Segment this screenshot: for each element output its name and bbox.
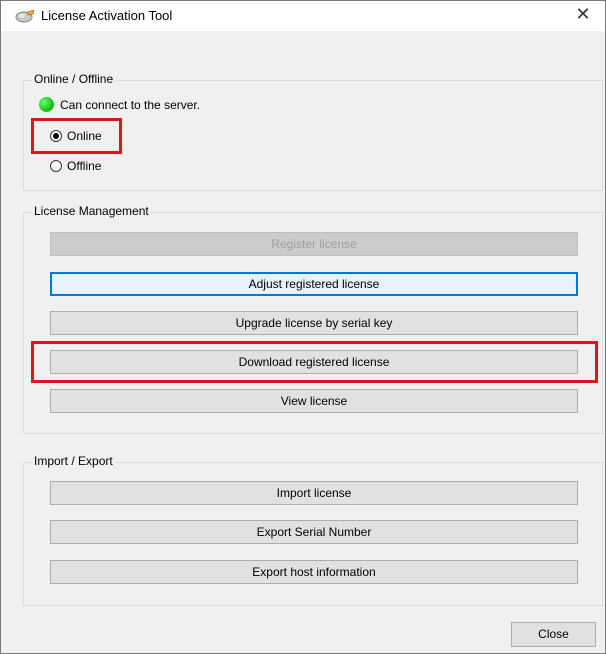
status-indicator-icon (39, 97, 54, 112)
adjust-registered-license-button[interactable]: Adjust registered license (50, 272, 578, 296)
register-license-button[interactable]: Register license (50, 232, 578, 256)
import-license-button[interactable]: Import license (50, 481, 578, 505)
download-highlight-box (31, 341, 598, 383)
window-title: License Activation Tool (41, 8, 173, 23)
online-highlight-box (31, 118, 122, 154)
title-bar: License Activation Tool ✕ (1, 1, 605, 31)
import-export-group-label: Import / Export (32, 454, 115, 468)
window-close-icon[interactable]: ✕ (561, 1, 605, 31)
view-license-button[interactable]: View license (50, 389, 578, 413)
radio-offline-label[interactable]: Offline (67, 159, 101, 173)
license-activation-window: License Activation Tool ✕ Online / Offli… (0, 0, 606, 654)
close-button[interactable]: Close (511, 622, 596, 647)
license-management-group-label: License Management (32, 204, 151, 218)
export-host-information-button[interactable]: Export host information (50, 560, 578, 584)
upgrade-license-button[interactable]: Upgrade license by serial key (50, 311, 578, 335)
export-serial-number-button[interactable]: Export Serial Number (50, 520, 578, 544)
radio-offline-circle[interactable] (50, 160, 62, 172)
connection-status-text: Can connect to the server. (60, 98, 201, 112)
online-offline-group-label: Online / Offline (32, 72, 116, 86)
key-icon (15, 9, 35, 23)
